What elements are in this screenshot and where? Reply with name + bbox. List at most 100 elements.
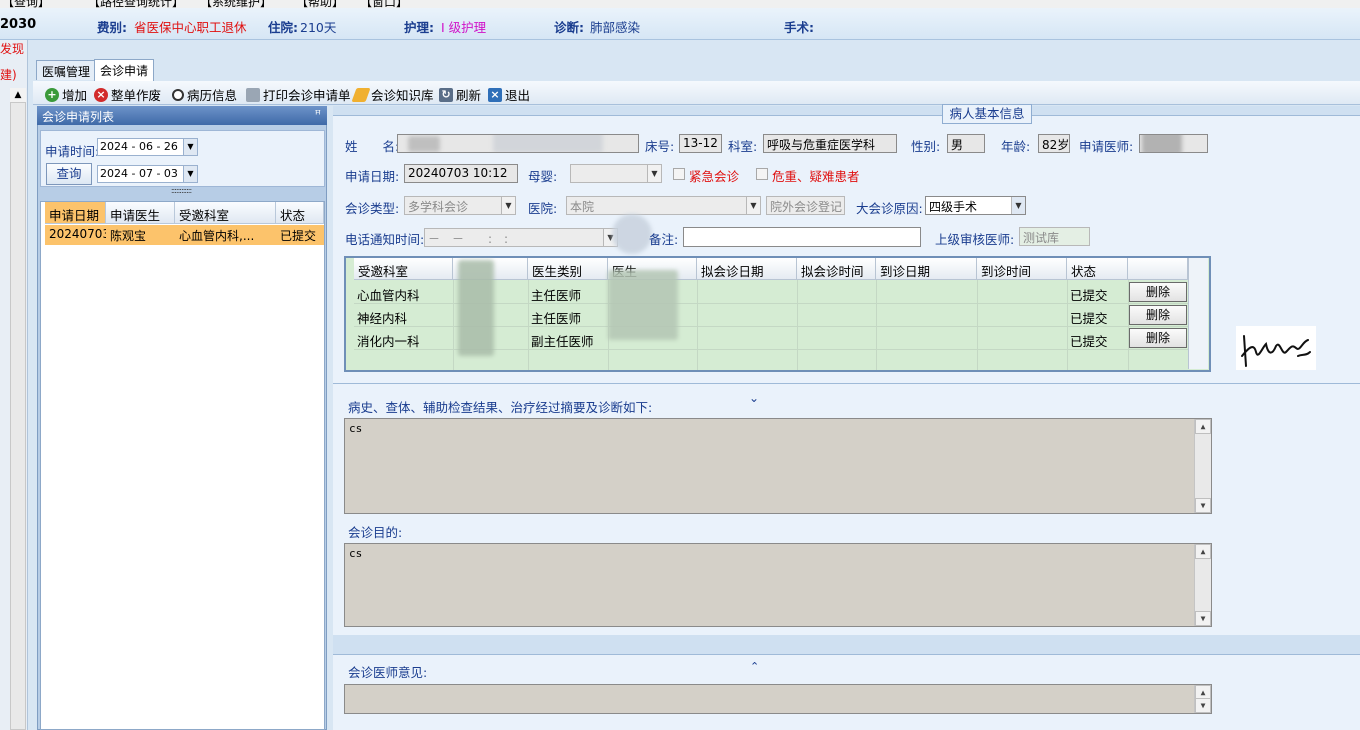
- exit-button[interactable]: × 退出: [488, 85, 530, 104]
- scroll-up-icon[interactable]: ▲: [1195, 419, 1211, 434]
- chevron-down-icon[interactable]: ▼: [1011, 197, 1025, 214]
- delete-button[interactable]: 删除: [1129, 305, 1187, 325]
- column-header[interactable]: [1128, 258, 1188, 280]
- date-to-field[interactable]: 2024 - 07 - 03 ▼: [97, 165, 198, 183]
- apply-date-field[interactable]: 20240703 10:12: [404, 164, 518, 183]
- refresh-label: 刷新: [456, 88, 482, 103]
- name-field[interactable]: [397, 134, 639, 153]
- history-textarea[interactable]: cs ▲ ▼: [344, 418, 1212, 514]
- redacted-mask: [458, 260, 494, 356]
- print-label: 打印会诊申请单: [263, 88, 351, 103]
- delete-button[interactable]: 删除: [1129, 282, 1187, 302]
- phone-time-field[interactable]: － － : : ▼: [424, 228, 618, 247]
- consult-list-header: 会诊申请列表 ꟸ: [37, 106, 327, 125]
- table-cell[interactable]: 陈观宝: [106, 225, 175, 245]
- column-header[interactable]: 申请日期: [45, 202, 106, 224]
- scroll-down-icon[interactable]: ▼: [1195, 498, 1211, 513]
- column-header[interactable]: 受邀科室: [354, 258, 453, 280]
- query-button[interactable]: 查询: [46, 163, 92, 185]
- age-field[interactable]: 82岁: [1038, 134, 1070, 153]
- table-cell[interactable]: 心血管内科,...: [175, 225, 276, 245]
- scroll-down-icon[interactable]: ▼: [1195, 611, 1211, 626]
- sex-field[interactable]: 男: [947, 134, 985, 153]
- chevron-down-icon[interactable]: ▼: [647, 165, 661, 182]
- textarea-scrollbar[interactable]: ▲ ▼: [1194, 419, 1211, 513]
- left-strip-text-2: 建): [0, 68, 17, 82]
- date-from-field[interactable]: 2024 - 06 - 26 ▼: [97, 138, 198, 156]
- remark-input[interactable]: [683, 227, 921, 247]
- column-header[interactable]: 到诊时间: [977, 258, 1067, 280]
- add-button[interactable]: + 增加: [45, 85, 87, 104]
- menu-item-path-stats[interactable]: 【路径查询统计】: [88, 0, 184, 8]
- table-cell[interactable]: 20240703: [45, 225, 106, 245]
- urgent-checkbox[interactable]: [673, 168, 685, 180]
- grid-cell-status[interactable]: 已提交: [1070, 308, 1108, 327]
- grid-cell-doc-type[interactable]: 副主任医师: [531, 331, 594, 350]
- redacted-mask: [1142, 135, 1182, 152]
- bed-field[interactable]: 13-12: [679, 134, 722, 153]
- column-header[interactable]: 拟会诊时间: [797, 258, 876, 280]
- scroll-down-icon[interactable]: ▼: [1195, 698, 1211, 713]
- grid-cell-doc-type[interactable]: 主任医师: [531, 308, 581, 327]
- print-button[interactable]: 打印会诊申请单: [246, 85, 351, 104]
- grid-cell-doc-type[interactable]: 主任医师: [531, 285, 581, 304]
- infant-select[interactable]: ▼: [570, 164, 662, 183]
- column-header[interactable]: 到诊日期: [876, 258, 977, 280]
- redacted-mask: [612, 214, 652, 254]
- column-header[interactable]: 状态: [1067, 258, 1128, 280]
- left-strip-text-1: 发现: [0, 42, 25, 56]
- hospital-select[interactable]: 本院 ▼: [566, 196, 761, 215]
- opinion-label: 会诊医师意见:: [348, 665, 428, 680]
- expand-chevron-icon[interactable]: ⌃: [750, 660, 759, 673]
- grid-scrollbar[interactable]: [1188, 258, 1208, 369]
- grid-cell-status[interactable]: 已提交: [1070, 285, 1108, 304]
- pin-icon[interactable]: ꟸ: [315, 108, 321, 121]
- refresh-button[interactable]: ↻ 刷新: [439, 85, 481, 104]
- dept-label: 科室:: [728, 139, 758, 154]
- chevron-down-icon[interactable]: ▼: [183, 139, 197, 155]
- menu-item-help[interactable]: 【帮助】: [296, 0, 344, 8]
- column-header[interactable]: 申请医生: [106, 202, 175, 224]
- scroll-up-icon[interactable]: ▲: [1195, 544, 1211, 559]
- reviewer-field[interactable]: 测试库: [1019, 227, 1090, 246]
- knowledge-button[interactable]: 会诊知识库: [351, 85, 434, 104]
- plus-circle-icon: +: [45, 87, 59, 102]
- scroll-up-icon[interactable]: ▲: [10, 88, 26, 103]
- left-scrollbar[interactable]: [10, 88, 26, 730]
- menu-item-system[interactable]: 【系统维护】: [200, 0, 272, 8]
- history-label: 病史、查体、辅助检查结果、治疗经过摘要及诊断如下:: [348, 400, 653, 415]
- applicant-field[interactable]: [1139, 134, 1208, 153]
- critical-checkbox[interactable]: [756, 168, 768, 180]
- reason-select[interactable]: 四级手术 ▼: [925, 196, 1026, 215]
- urgent-label: 紧急会诊: [689, 169, 740, 184]
- grid-cell-dept[interactable]: 神经内科: [357, 308, 407, 327]
- dept-field[interactable]: 呼吸与危重症医学科: [763, 134, 897, 153]
- purpose-textarea[interactable]: cs ▲ ▼: [344, 543, 1212, 627]
- textarea-scrollbar[interactable]: ▲ ▼: [1194, 685, 1211, 713]
- chevron-down-icon[interactable]: ▼: [746, 197, 760, 214]
- textarea-scrollbar[interactable]: ▲ ▼: [1194, 544, 1211, 626]
- record-button[interactable]: 病历信息: [172, 85, 237, 104]
- consult-type-select[interactable]: 多学科会诊 ▼: [404, 196, 516, 215]
- column-header[interactable]: 状态: [276, 202, 324, 224]
- grid-line: [977, 280, 978, 370]
- grid-cell-dept[interactable]: 心血管内科: [357, 285, 420, 304]
- splitter-grip[interactable]: ::::::::::::: [163, 187, 199, 195]
- chevron-down-icon[interactable]: ▼: [501, 197, 515, 214]
- column-header[interactable]: 受邀科室: [175, 202, 276, 224]
- column-header[interactable]: 医生类别: [528, 258, 608, 280]
- grid-cell-status[interactable]: 已提交: [1070, 331, 1108, 350]
- grid-cell-dept[interactable]: 消化内一科: [357, 331, 420, 350]
- column-header[interactable]: 拟会诊日期: [697, 258, 797, 280]
- table-cell[interactable]: 已提交: [276, 225, 324, 245]
- tab-consult-request[interactable]: 会诊申请: [94, 59, 155, 81]
- collapse-chevron-icon[interactable]: ⌄: [749, 391, 759, 405]
- delete-button[interactable]: 删除: [1129, 328, 1187, 348]
- chevron-down-icon[interactable]: ▼: [183, 166, 197, 182]
- void-button[interactable]: × 整单作废: [94, 85, 161, 104]
- outside-register-button[interactable]: 院外会诊登记: [766, 196, 845, 215]
- opinion-textarea[interactable]: ▲ ▼: [344, 684, 1212, 714]
- tab-orders[interactable]: 医嘱管理: [36, 60, 97, 80]
- menu-item-query[interactable]: 【查询】: [2, 0, 50, 8]
- menu-item-window[interactable]: 【窗口】: [360, 0, 408, 8]
